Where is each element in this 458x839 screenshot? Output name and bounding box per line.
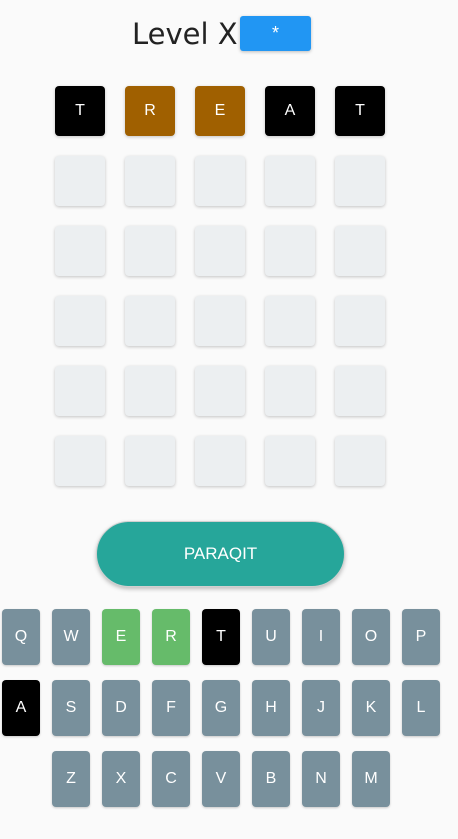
key-z[interactable]: Z — [52, 751, 90, 807]
board-cell: T — [55, 86, 105, 136]
key-f[interactable]: F — [152, 680, 190, 736]
key-u[interactable]: U — [252, 609, 290, 665]
board-cell — [335, 436, 385, 486]
key-q[interactable]: Q — [2, 609, 40, 665]
board-cell — [55, 436, 105, 486]
board-cell — [55, 366, 105, 416]
board-cell — [265, 366, 315, 416]
key-x[interactable]: X — [102, 751, 140, 807]
board-cell — [335, 156, 385, 206]
board-cell — [335, 296, 385, 346]
board-cell — [125, 226, 175, 276]
board-row: T R E A T — [55, 86, 405, 136]
board-cell: E — [195, 86, 245, 136]
key-i[interactable]: I — [302, 609, 340, 665]
key-k[interactable]: K — [352, 680, 390, 736]
key-m[interactable]: M — [352, 751, 390, 807]
key-c[interactable]: C — [152, 751, 190, 807]
key-w[interactable]: W — [52, 609, 90, 665]
key-t[interactable]: T — [202, 609, 240, 665]
board-cell — [195, 156, 245, 206]
board-row — [55, 296, 405, 346]
key-r[interactable]: R — [152, 609, 190, 665]
key-b[interactable]: B — [252, 751, 290, 807]
key-e[interactable]: E — [102, 609, 140, 665]
key-h[interactable]: H — [252, 680, 290, 736]
key-v[interactable]: V — [202, 751, 240, 807]
hint-button[interactable]: * — [240, 16, 311, 51]
board-cell — [265, 226, 315, 276]
level-title: Level X — [132, 17, 238, 51]
key-j[interactable]: J — [302, 680, 340, 736]
board-row — [55, 436, 405, 486]
board-cell — [265, 296, 315, 346]
key-n[interactable]: N — [302, 751, 340, 807]
key-l[interactable]: L — [402, 680, 440, 736]
board-cell — [55, 226, 105, 276]
board-cell — [125, 366, 175, 416]
board-row — [55, 366, 405, 416]
board-cell — [195, 436, 245, 486]
board-cell — [125, 296, 175, 346]
board-cell: T — [335, 86, 385, 136]
key-s[interactable]: S — [52, 680, 90, 736]
board-cell — [335, 226, 385, 276]
board-cell — [55, 156, 105, 206]
board-cell — [265, 436, 315, 486]
submit-button[interactable]: PARAQIT — [96, 521, 345, 587]
key-p[interactable]: P — [402, 609, 440, 665]
board-cell: R — [125, 86, 175, 136]
key-g[interactable]: G — [202, 680, 240, 736]
header: Level X * — [0, 16, 458, 52]
board-row — [55, 156, 405, 206]
key-a[interactable]: A — [2, 680, 40, 736]
game-board: T R E A T — [55, 86, 405, 506]
board-cell — [125, 156, 175, 206]
board-cell — [125, 436, 175, 486]
board-cell — [195, 226, 245, 276]
board-cell — [335, 366, 385, 416]
board-cell — [265, 156, 315, 206]
board-cell: A — [265, 86, 315, 136]
board-row — [55, 226, 405, 276]
key-o[interactable]: O — [352, 609, 390, 665]
key-d[interactable]: D — [102, 680, 140, 736]
board-cell — [195, 296, 245, 346]
board-cell — [195, 366, 245, 416]
board-cell — [55, 296, 105, 346]
